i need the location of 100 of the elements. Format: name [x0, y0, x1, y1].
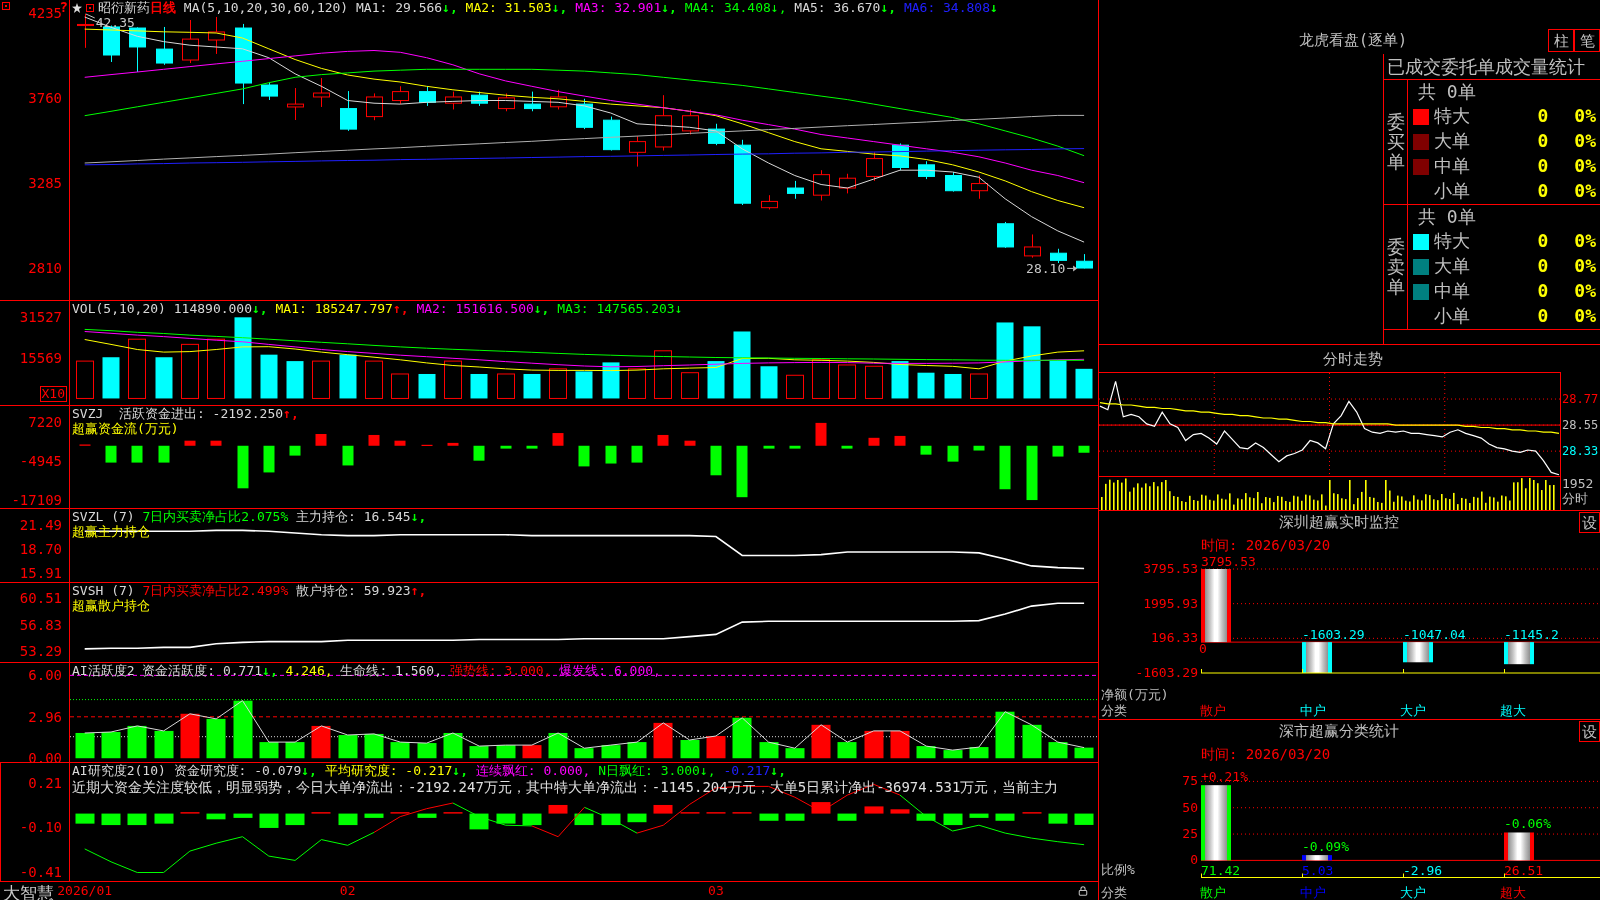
- axis-label: 25: [1182, 828, 1198, 841]
- star-icon: [72, 2, 82, 13]
- order-percent: 0%: [1574, 280, 1596, 301]
- timestamp: 时间: 2026/03/20: [1201, 537, 1331, 553]
- chart-legend: AI活跃度2 资金活跃度: 0.771↓, 4.246, 生命线: 1.560, 强势线: 3.000, 爆发线: 6.000,: [72, 663, 661, 678]
- candlestick: [971, 175, 988, 200]
- chart-legend: 昭衍新药日线 MA(5,10,20,30,60,120) MA1: 29.566↓, MA2: 31.503↓, MA3: 32.901↓, MA4: 34.408↓, MA5: 36.670↓, MA6: 34.808↓: [98, 0, 998, 15]
- candlestick: [313, 77, 330, 108]
- candlestick: [603, 116, 620, 152]
- axis-title: 分类: [1101, 704, 1127, 718]
- order-count: 0: [1537, 255, 1549, 276]
- chart-legend: SVSH (7) 7日内买卖净占比2.499% 散户持仓: 59.923↑,: [72, 583, 427, 598]
- unit-label: X10: [39, 386, 67, 402]
- candlestick: [1076, 253, 1093, 269]
- value-label: 5.03: [1302, 864, 1334, 878]
- change-label: -0.06%: [1504, 817, 1551, 831]
- change-label: +0.21%: [1201, 770, 1248, 784]
- candlestick: [392, 85, 409, 105]
- candlestick: [156, 26, 173, 66]
- category-label: 散户: [1200, 886, 1226, 900]
- table-title: 已成交委托单成交量统计: [1387, 56, 1585, 77]
- order-count: 0: [1537, 180, 1549, 201]
- category-label: 超大: [1500, 886, 1526, 900]
- axis-label: 15569: [19, 350, 62, 366]
- timestamp: 时间: 2026/03/20: [1201, 746, 1331, 762]
- axis-label: 2.96: [28, 709, 62, 725]
- order-size-label: 小单: [1434, 180, 1470, 201]
- date-label: 03: [708, 882, 724, 899]
- axis-label: 3760: [28, 91, 62, 107]
- order-total: 共 0单: [1418, 206, 1476, 227]
- axis-label: 15.91: [19, 566, 62, 582]
- axis-label: 3795.53: [1143, 563, 1198, 575]
- axis-label: 6.00: [28, 667, 62, 683]
- panel-title: 龙虎看盘(逐单): [1299, 30, 1408, 50]
- axis-label: -4945: [19, 453, 62, 469]
- order-percent: 0%: [1574, 130, 1596, 151]
- change-label: -0.09%: [1302, 840, 1349, 854]
- order-percent: 0%: [1574, 105, 1596, 126]
- candlestick: [103, 25, 120, 63]
- value-label: 71.42: [1201, 864, 1241, 878]
- price-label: 28.10: [1026, 261, 1066, 277]
- axis-label: 18.70: [19, 541, 62, 557]
- candlestick: [629, 135, 646, 168]
- candlestick: [419, 85, 436, 107]
- candlestick: [340, 90, 357, 132]
- order-count: 0: [1537, 155, 1549, 176]
- axis-label: -0.10: [19, 820, 62, 836]
- axis-label: 1995.93: [1143, 597, 1198, 610]
- value-label: -1047.04: [1403, 628, 1466, 642]
- candlestick: [1050, 248, 1067, 264]
- chart-legend: SVZJ 活跃资金进出: -2192.250↑,: [72, 406, 299, 421]
- candlestick: [918, 160, 935, 180]
- candlestick: [208, 16, 225, 55]
- settings-button[interactable]: 设: [1579, 512, 1600, 533]
- order-count: 0: [1537, 305, 1549, 326]
- candlestick: [945, 171, 962, 193]
- order-count: 0: [1537, 130, 1549, 151]
- view-toggle-button[interactable]: 笔: [1574, 29, 1600, 52]
- value-label: -1145.2: [1504, 628, 1559, 642]
- axis-label: 31527: [19, 309, 62, 325]
- candlestick: [287, 87, 304, 121]
- candlestick: [1024, 233, 1041, 259]
- axis-label: 0.21: [28, 775, 62, 791]
- order-total: 共 0单: [1418, 81, 1476, 102]
- view-toggle-button[interactable]: 柱: [1548, 29, 1574, 52]
- axis-label: 196.33: [1151, 632, 1198, 645]
- candlestick: [576, 98, 593, 130]
- axis-label: -0.41: [19, 864, 62, 880]
- candlestick: [550, 89, 567, 110]
- axis-label: 分时: [1561, 491, 1588, 506]
- category-label: 散户: [1200, 704, 1226, 718]
- chart-legend: SVZL (7) 7日内买卖净占比2.075% 主力持仓: 16.545↓,: [72, 509, 427, 524]
- value-label: -2.96: [1403, 864, 1443, 878]
- date-label: 2026/01: [57, 882, 113, 899]
- price-label: 42.35: [95, 14, 135, 30]
- order-percent: 0%: [1574, 255, 1596, 276]
- candlestick: [445, 91, 462, 110]
- candlestick: [655, 94, 672, 152]
- lock-icon: [1078, 886, 1088, 896]
- group-label: 委卖单: [1386, 237, 1405, 297]
- order-count: 0: [1537, 230, 1549, 251]
- candlestick: [471, 91, 488, 107]
- candlestick: [997, 221, 1014, 249]
- axis-label: 4235: [28, 6, 62, 22]
- order-size-label: 中单: [1434, 280, 1470, 301]
- candlestick: [524, 91, 541, 112]
- axis-label: 2810: [28, 260, 62, 276]
- order-size-label: 中单: [1434, 155, 1470, 176]
- order-size-label: 大单: [1434, 255, 1470, 276]
- order-percent: 0%: [1574, 230, 1596, 251]
- panel-title: 深市超赢分类统计: [1279, 722, 1399, 740]
- value-label: -1603.29: [1302, 628, 1365, 642]
- candlestick: [366, 92, 383, 121]
- axis-label: 56.83: [19, 617, 62, 633]
- settings-button[interactable]: 设: [1579, 721, 1600, 742]
- order-size-label: 小单: [1434, 305, 1470, 326]
- axis-label: -1603.29: [1135, 667, 1198, 679]
- axis-label: 0: [1190, 854, 1198, 867]
- candlestick: [182, 19, 199, 64]
- category-label: 超大: [1500, 704, 1526, 718]
